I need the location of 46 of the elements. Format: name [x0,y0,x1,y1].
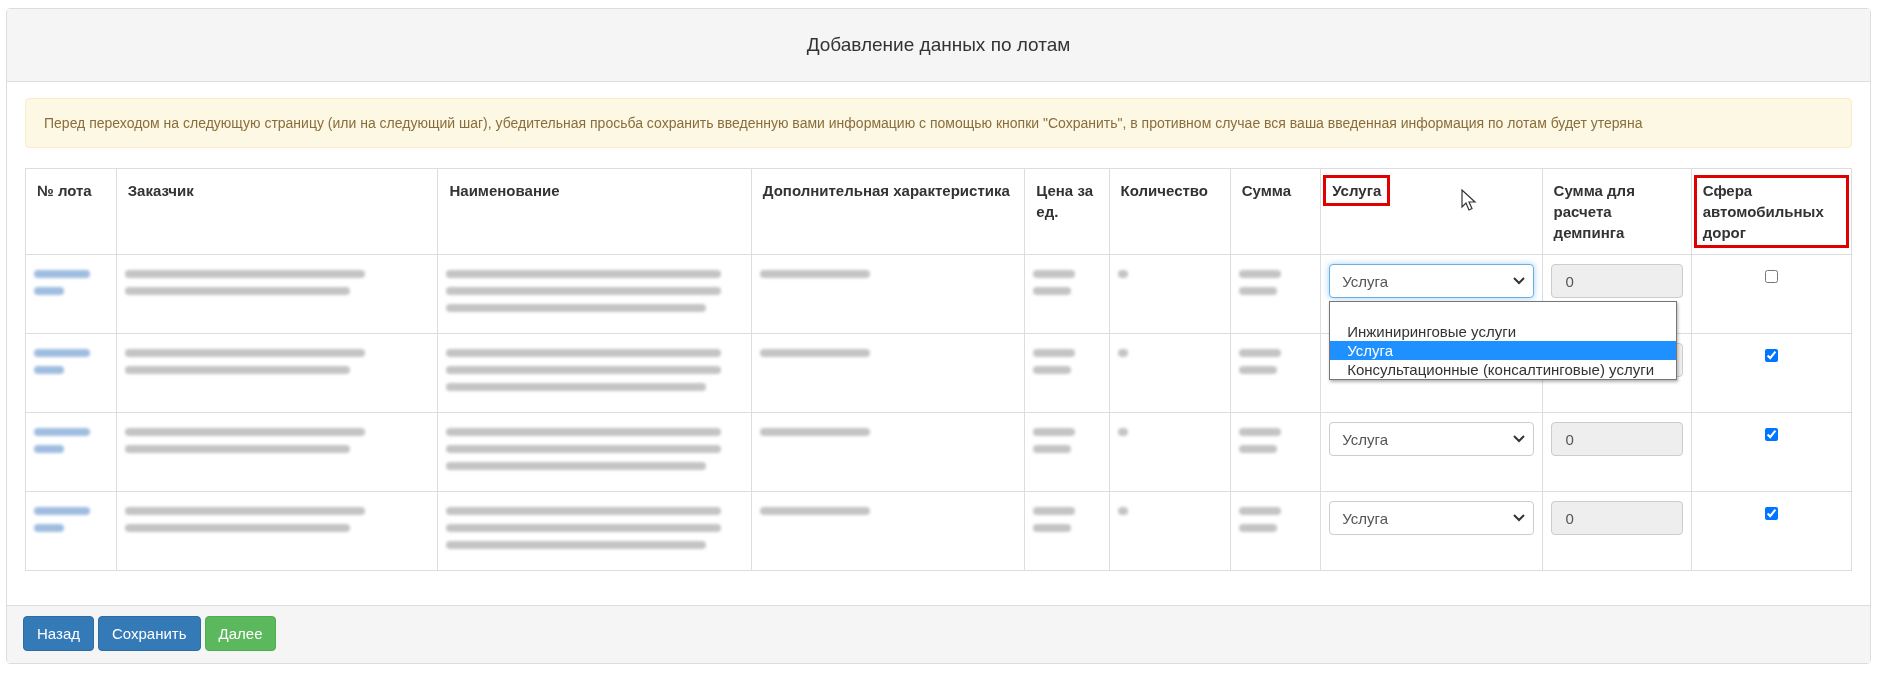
dumping-sum-field[interactable]: 0 [1550,501,1683,535]
column-label: Сумма для расчета демпинга [1552,181,1636,243]
redacted-text [1117,270,1128,278]
column-label: Сумма [1240,181,1293,201]
service-select[interactable]: Услуга [1329,501,1534,535]
column-label: Услуга [1323,175,1391,206]
action-button[interactable]: Сохранить [98,616,201,651]
panel-title: Добавление данных по лотам [806,34,1071,56]
redacted-text [34,270,90,295]
mouse-pointer-icon [1461,189,1478,211]
redacted-text [1238,270,1281,295]
redacted-text [1033,428,1076,453]
column-label: Сфера автомобильных дорог [1693,175,1849,248]
redacted-text [1238,428,1281,453]
chevron-down-icon [1512,435,1525,443]
redacted-text [1238,349,1281,374]
redacted-text [1238,507,1281,532]
redacted-text [34,428,90,453]
redacted-text [34,507,90,532]
chevron-down-icon [1512,277,1525,285]
warning-alert: Перед переходом на следующую страницу (или на следующий шаг), убедительная просьба сохранить введенную вами информацию с помощью кнопки "Сохранить", в противном случае вся ваша введенная информация по лотам будет утеряна [25,98,1852,148]
redacted-text [1117,349,1128,357]
column-label: № лота [36,181,93,201]
road-sphere-checkbox[interactable] [1764,428,1778,441]
dumping-sum-field[interactable]: 0 [1550,264,1683,298]
service-select[interactable]: Услуга [1329,422,1534,456]
column-label: Цена за ед. [1035,181,1094,222]
redacted-text [1033,507,1076,532]
road-sphere-checkbox[interactable] [1764,349,1778,362]
dropdown-option[interactable]: Консультационные (консалтинговые) услуги [1330,360,1677,379]
column-label: Наименование [448,181,561,201]
redacted-text [1117,428,1128,436]
service-select[interactable]: Услуга [1329,264,1534,298]
redacted-text [1033,349,1076,374]
column-label: Заказчик [126,181,195,201]
action-button[interactable]: Назад [23,616,94,651]
redacted-text [34,349,90,374]
redacted-text [1033,270,1076,295]
chevron-down-icon [1512,514,1525,522]
road-sphere-checkbox[interactable] [1764,270,1778,283]
dropdown-option[interactable]: Инжиниринговые услуги [1330,322,1677,341]
dumping-sum-field[interactable]: 0 [1550,422,1683,456]
redacted-text [1117,507,1128,515]
column-label: Дополнительная характеристика [761,181,1011,201]
column-label: Количество [1119,181,1209,201]
road-sphere-checkbox[interactable] [1764,507,1778,520]
